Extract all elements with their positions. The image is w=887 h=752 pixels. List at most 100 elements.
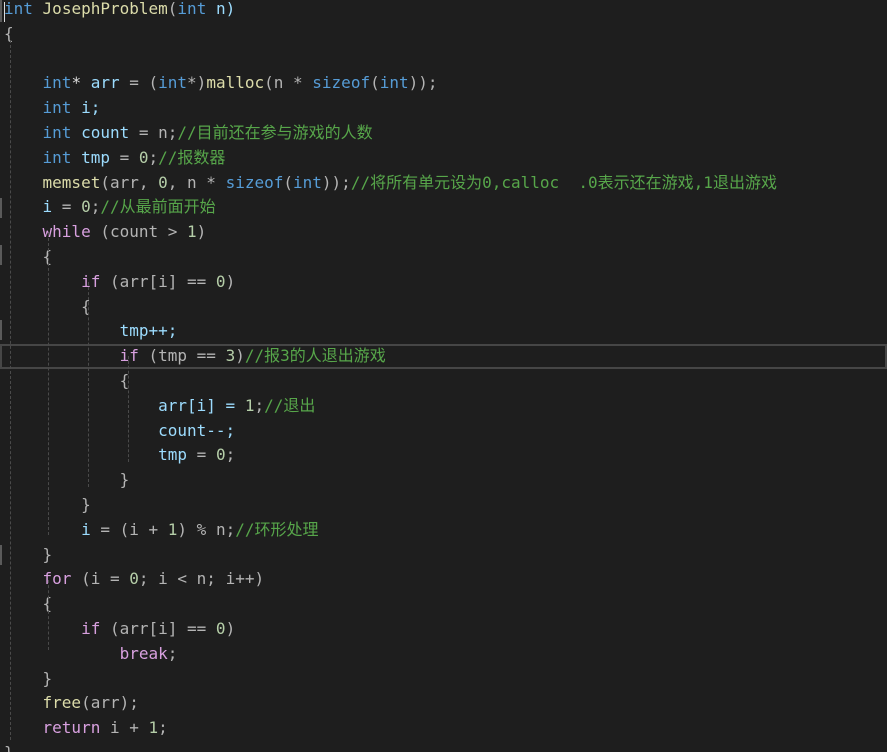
code-line[interactable]: arr[i] = 1;//退出 <box>0 394 887 419</box>
code-line[interactable]: count--; <box>0 419 887 444</box>
code-token: i <box>42 197 53 217</box>
code-line[interactable]: tmp = 0; <box>0 443 887 468</box>
code-token: int <box>42 73 72 93</box>
code-line[interactable]: memset(arr, 0, n * sizeof(int));//将所有单元设… <box>0 171 887 196</box>
fold-marker[interactable] <box>0 320 2 340</box>
code-line[interactable]: if (arr[i] == 0) <box>0 617 887 642</box>
code-token: int <box>42 147 72 167</box>
code-token: 1 <box>148 718 159 738</box>
code-token: } <box>4 470 130 490</box>
code-token: int <box>4 0 33 18</box>
code-token: if <box>81 619 101 638</box>
code-line[interactable]: int i; <box>0 96 887 121</box>
code-editor[interactable]: int JosephProblem(int n){ int* arr = (in… <box>0 0 887 752</box>
code-token: ( <box>167 0 178 18</box>
indent-guide <box>10 40 11 740</box>
code-token: ) <box>196 222 207 242</box>
code-line[interactable]: i = 0;//从最前面开始 <box>0 195 887 220</box>
indent-guide <box>128 356 129 462</box>
code-line[interactable]: i = (i + 1) % n;//环形处理 <box>0 518 887 543</box>
code-line[interactable]: { <box>0 295 887 320</box>
fold-marker[interactable] <box>0 545 2 565</box>
code-token: = ( <box>119 73 159 93</box>
code-token: ) <box>225 271 236 291</box>
code-line[interactable] <box>0 47 887 72</box>
code-line[interactable]: int* arr = (int*)malloc(n * sizeof(int))… <box>0 71 887 96</box>
code-line[interactable]: if (arr[i] == 0) <box>0 270 887 295</box>
code-token: (arr[i] == <box>100 619 216 638</box>
code-line[interactable]: int count = n;//目前还在参与游戏的人数 <box>0 121 887 146</box>
code-token: n) <box>206 0 236 18</box>
code-token: } <box>4 668 53 688</box>
code-token: ; <box>167 643 178 663</box>
code-token: count--; <box>158 420 236 440</box>
code-token: 0 <box>129 569 139 589</box>
code-line[interactable]: free(arr); <box>0 691 887 716</box>
code-line[interactable]: break; <box>0 642 887 667</box>
code-token: int <box>158 73 188 93</box>
code-line[interactable]: int tmp = 0;//报数器 <box>0 146 887 171</box>
code-line[interactable]: { <box>0 592 887 617</box>
indent-guide <box>48 233 49 535</box>
code-token: //环形处理 <box>235 519 319 539</box>
code-line[interactable]: return i + 1; <box>0 716 887 741</box>
code-token: * <box>71 73 91 93</box>
code-token: (tmp == <box>138 346 226 366</box>
code-line[interactable]: } <box>0 493 887 518</box>
fold-marker[interactable] <box>0 198 2 218</box>
code-line[interactable]: } <box>0 741 887 752</box>
code-token: JosephProblem <box>42 0 168 18</box>
code-token: (arr, <box>100 172 159 192</box>
code-token: 3 <box>225 346 236 366</box>
code-token: = (i + <box>90 519 168 539</box>
code-token: int <box>177 0 207 18</box>
code-token: int <box>293 172 322 192</box>
code-token: arr <box>90 73 120 93</box>
code-token: if <box>81 271 101 291</box>
code-line[interactable]: for (i = 0; i < n; i++) <box>0 567 887 592</box>
code-token: 0 <box>138 147 149 167</box>
code-token: i; <box>71 98 101 118</box>
code-line[interactable]: int JosephProblem(int n) <box>0 0 887 22</box>
code-line[interactable]: } <box>0 468 887 493</box>
code-token: //从最前面开始 <box>100 197 216 217</box>
code-token: ) % n; <box>177 519 236 539</box>
fold-marker[interactable] <box>0 0 2 22</box>
code-token: return <box>42 718 101 738</box>
code-token: = n; <box>129 123 178 142</box>
code-token: } <box>4 743 14 752</box>
code-line[interactable]: if (tmp == 3)//报3的人退出游戏 <box>0 344 887 369</box>
code-token: int <box>42 98 72 118</box>
code-token: ; <box>225 445 236 465</box>
code-line[interactable]: while (count > 1) <box>0 220 887 245</box>
code-line[interactable]: } <box>0 667 887 692</box>
code-token: i + <box>100 718 149 738</box>
code-token: = <box>109 147 139 167</box>
code-token: 0 <box>215 445 226 465</box>
code-token: tmp++; <box>119 321 178 341</box>
code-token: ; <box>90 197 101 217</box>
code-line[interactable]: } <box>0 543 887 568</box>
code-token: //报数器 <box>158 147 226 167</box>
code-token: )); <box>321 172 351 192</box>
code-token: (arr); <box>81 693 139 713</box>
code-token: (arr[i] == <box>100 271 216 291</box>
code-token: i <box>81 519 91 539</box>
code-token: { <box>4 594 53 614</box>
code-token: ; <box>148 147 159 167</box>
code-line[interactable]: { <box>0 245 887 270</box>
code-line[interactable]: { <box>0 369 887 394</box>
code-token: , n * <box>167 172 226 192</box>
code-token: ; i < n; i++) <box>138 569 265 589</box>
code-token: //退出 <box>264 395 316 415</box>
code-line[interactable]: tmp++; <box>0 319 887 344</box>
code-line[interactable]: { <box>0 22 887 47</box>
indent-guide <box>48 580 49 650</box>
fold-marker[interactable] <box>0 245 2 265</box>
code-token: sizeof <box>225 172 284 192</box>
